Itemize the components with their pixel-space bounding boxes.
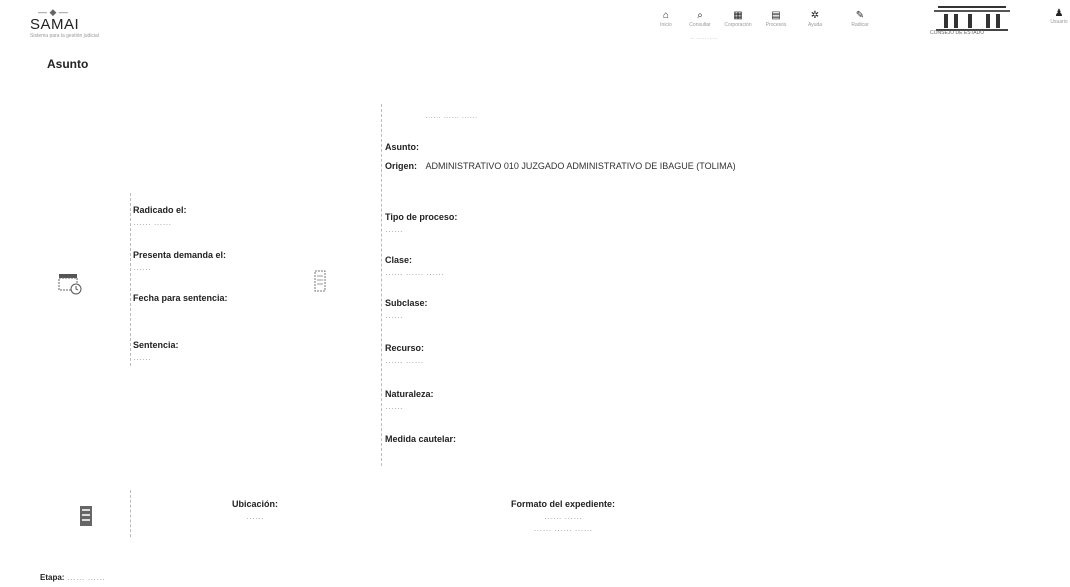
nav-item-help[interactable]: ✲ Ayuda	[793, 10, 837, 29]
naturaleza-field: Naturaleza: ……	[385, 388, 434, 412]
logo-name: SAMAI	[30, 16, 80, 33]
presenta-field: Presenta demanda el: ……	[133, 249, 226, 273]
etapa-field: Etapa: …… ……	[40, 572, 105, 582]
nav-subtext: … …… ……	[690, 35, 718, 41]
tipo-proceso-value: ……	[385, 224, 403, 234]
sentencia-field: Sentencia: ……	[133, 339, 179, 363]
nav-label: Procesos	[765, 22, 787, 28]
user-menu[interactable]: ♟ Usuario	[1048, 8, 1070, 25]
origen-field: Origen: ADMINISTRATIVO 010 JUZGADO ADMIN…	[385, 161, 736, 171]
naturaleza-label: Naturaleza:	[385, 389, 434, 399]
subclase-value: ……	[385, 310, 403, 320]
tipo-proceso-field: Tipo de proceso: ……	[385, 211, 457, 235]
fecha-sentencia-field: Fecha para sentencia:	[133, 292, 228, 304]
archive-icon	[79, 505, 93, 527]
document-icon: ▤	[771, 10, 781, 21]
left-divider	[130, 193, 131, 366]
gear-icon: ✲	[810, 10, 820, 21]
sentencia-label: Sentencia:	[133, 340, 179, 350]
clase-field: Clase: …… …… ……	[385, 254, 444, 278]
clase-label: Clase:	[385, 255, 413, 265]
nav-item-file[interactable]: ✎ Radicar	[838, 10, 882, 29]
subclase-field: Subclase: ……	[385, 297, 428, 321]
calendar-icon	[58, 272, 84, 296]
right-divider	[381, 104, 382, 466]
clase-value: …… …… ……	[385, 267, 445, 277]
fecha-sentencia-label: Fecha para sentencia:	[133, 293, 228, 303]
recurso-field: Recurso: …… ……	[385, 342, 424, 366]
process-number: …… …… ……	[425, 111, 478, 120]
ubicacion-value: ……	[246, 511, 264, 521]
etapa-label: Etapa:	[40, 573, 65, 582]
tipo-proceso-label: Tipo de proceso:	[385, 212, 458, 222]
origen-value: ADMINISTRATIVO 010 JUZGADO ADMINISTRATIV…	[425, 161, 736, 171]
samai-logo[interactable]: — ◆ — SAMAI Sistema para la gestión judi…	[30, 8, 110, 48]
consejo-de-estado-logo[interactable]: CONSEJO DE ESTADO	[928, 4, 1016, 38]
ubicacion-label: Ubicación:	[231, 499, 278, 509]
sentencia-value: ……	[133, 352, 151, 362]
document-icon[interactable]	[314, 270, 326, 292]
page-title: Asunto	[47, 57, 89, 71]
user-icon: ♟	[1054, 8, 1064, 19]
ubicacion-field: Ubicación: ……	[200, 498, 310, 522]
building-caption: CONSEJO DE ESTADO	[930, 30, 985, 36]
recurso-label: Recurso:	[385, 343, 425, 353]
naturaleza-value: ……	[385, 401, 403, 411]
subclase-label: Subclase:	[385, 298, 428, 308]
presenta-label: Presenta demanda el:	[133, 250, 227, 260]
formato-line-1: …… ……	[543, 511, 583, 521]
radicado-value: …… ……	[133, 217, 172, 227]
radicado-label: Radicado el:	[133, 205, 187, 215]
pen-icon: ✎	[855, 10, 865, 21]
medida-cautelar-label: Medida cautelar:	[385, 434, 457, 444]
user-label: Usuario	[1050, 19, 1068, 25]
logo-subtitle: Sistema para la gestión judicial	[30, 33, 99, 39]
formato-label: Formato del expediente:	[510, 499, 616, 509]
nav-label: Radicar	[851, 22, 869, 28]
nav-item-processes[interactable]: ▤ Procesos	[754, 10, 798, 29]
origen-label: Origen:	[385, 161, 418, 171]
formato-field: Formato del expediente: …… …… …… …… ……	[488, 498, 638, 534]
medida-cautelar-field: Medida cautelar:	[385, 433, 456, 445]
asunto-label: Asunto:	[385, 142, 419, 152]
bottom-divider	[130, 490, 131, 537]
nav-label: Ayuda	[807, 22, 823, 28]
formato-line-2: …… …… ……	[533, 523, 593, 533]
radicado-field: Radicado el: …… ……	[133, 204, 187, 228]
recurso-value: …… ……	[385, 355, 424, 365]
presenta-value: ……	[133, 262, 151, 272]
etapa-value: …… ……	[66, 572, 106, 582]
